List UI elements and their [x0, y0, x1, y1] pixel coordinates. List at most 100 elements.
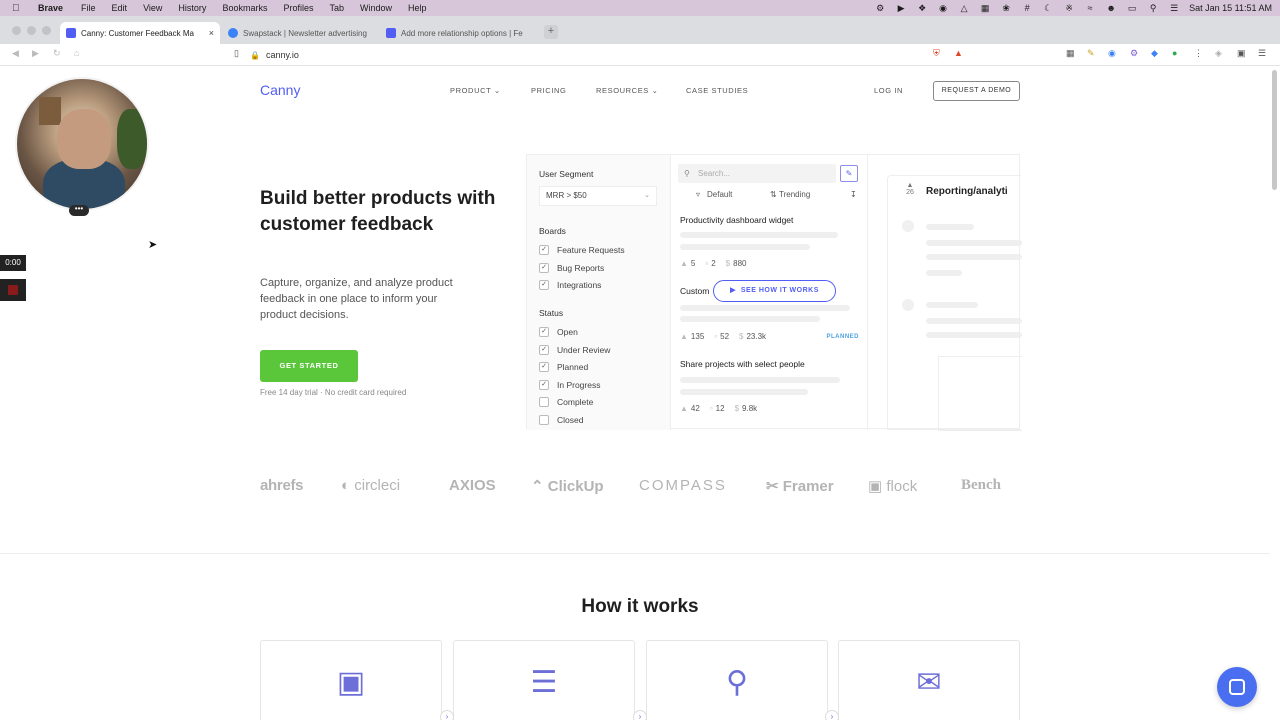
tab-feature-request[interactable]: Add more relationship options | Fe	[380, 22, 538, 44]
zoom-window-button[interactable]	[42, 26, 51, 35]
menu-bookmarks[interactable]: Bookmarks	[222, 3, 267, 13]
skeleton-line	[680, 305, 850, 311]
upvote-icon: ▲	[680, 404, 688, 413]
battery-icon[interactable]: ▭	[1126, 3, 1138, 14]
board-checkbox-integrations[interactable]: ✓ Integrations	[539, 279, 601, 291]
grammarly-icon[interactable]: ◉	[1108, 48, 1116, 59]
status-checkbox-closed[interactable]: Closed	[539, 414, 583, 426]
sort-trending[interactable]: Trending	[779, 190, 810, 199]
new-tab-button[interactable]: +	[544, 25, 558, 39]
alert-icon[interactable]: △	[958, 3, 970, 14]
close-tab-icon[interactable]: ×	[209, 28, 214, 38]
play-icon[interactable]: ▶	[895, 3, 907, 14]
edit-pencil-button[interactable]: ✎	[840, 165, 858, 182]
pin-extension-icon[interactable]: ⋮	[1194, 48, 1203, 59]
vote-count-value: 5	[690, 259, 696, 268]
macos-menubar:  Brave File Edit View History Bookmarks…	[0, 0, 1280, 16]
menu-view[interactable]: View	[143, 3, 162, 13]
nav-login[interactable]: LOG IN	[874, 86, 903, 95]
menu-app-name[interactable]: Brave	[38, 3, 63, 13]
user-icon[interactable]: ☻	[1105, 3, 1117, 13]
spotlight-search-icon[interactable]: ⚲	[1147, 3, 1159, 14]
post-title[interactable]: Productivity dashboard widget	[680, 215, 793, 225]
menu-history[interactable]: History	[178, 3, 206, 13]
bluetooth-icon[interactable]: ※	[1063, 3, 1075, 14]
grid-icon[interactable]: ▦	[979, 3, 991, 14]
tab-canny[interactable]: Canny: Customer Feedback Ma ×	[60, 22, 220, 44]
search-input[interactable]: ⚲ Search...	[678, 164, 836, 183]
close-window-button[interactable]	[12, 26, 21, 35]
menu-help[interactable]: Help	[408, 3, 427, 13]
menubar-clock[interactable]: Sat Jan 15 11:51 AM	[1189, 3, 1272, 13]
wallet-icon[interactable]: ▣	[1237, 48, 1246, 59]
control-center-icon[interactable]: ☰	[1168, 3, 1180, 14]
tab-swapstack[interactable]: Swapstack | Newsletter advertising	[222, 22, 380, 44]
search-placeholder: Search...	[698, 169, 731, 178]
post-title[interactable]: Share projects with select people	[680, 359, 805, 369]
status-checkbox-open[interactable]: ✓ Open	[539, 326, 578, 338]
menu-icon[interactable]: ☰	[1258, 48, 1266, 59]
skeleton-line	[680, 377, 840, 383]
checkbox-checked-icon: ✓	[539, 362, 549, 372]
request-demo-button[interactable]: REQUEST A DEMO	[933, 81, 1020, 101]
menu-window[interactable]: Window	[360, 3, 392, 13]
wifi-icon[interactable]: ≈	[1084, 3, 1096, 13]
pen-extension-icon[interactable]: ✎	[1087, 48, 1095, 59]
brave-rewards-icon[interactable]: ▲	[954, 48, 963, 58]
stop-recording-button[interactable]	[0, 279, 26, 301]
board-checkbox-bug-reports[interactable]: ✓ Bug Reports	[539, 262, 604, 274]
page-scrollbar[interactable]	[1272, 70, 1277, 190]
get-started-button[interactable]: GET STARTED	[260, 350, 358, 382]
status-checkbox-planned[interactable]: ✓ Planned	[539, 361, 588, 373]
logo-text: flock	[886, 478, 918, 495]
minimize-window-button[interactable]	[27, 26, 36, 35]
detail-vote-box[interactable]: ▲ 26	[900, 182, 920, 196]
record-icon[interactable]: ◉	[937, 3, 949, 14]
menubar-status-area: ⚙ ▶ ❖ ◉ △ ▦ ❀ # ☾ ※ ≈ ☻ ▭ ⚲ ☰ Sat Jan 15…	[874, 0, 1272, 16]
home-icon[interactable]: ⌂	[74, 48, 79, 58]
bookmark-icon[interactable]: ▯	[234, 48, 239, 59]
board-checkbox-feature-requests[interactable]: ✓ Feature Requests	[539, 244, 625, 256]
puzzle-icon[interactable]: ◈	[1215, 48, 1222, 59]
nav-product[interactable]: PRODUCT ⌄	[450, 86, 501, 95]
menu-profiles[interactable]: Profiles	[283, 3, 313, 13]
see-how-it-works-button[interactable]: ▶ SEE HOW IT WORKS	[713, 280, 836, 302]
green-extension-icon[interactable]: ●	[1172, 48, 1177, 58]
dropbox-icon[interactable]: ❖	[916, 3, 928, 14]
canny-logo[interactable]: Canny	[260, 82, 300, 98]
nav-pricing[interactable]: PRICING	[531, 86, 566, 95]
how-step-card-organize[interactable]: ☰	[453, 640, 635, 720]
how-step-card-capture[interactable]: ▣	[260, 640, 442, 720]
status-checkbox-in-progress[interactable]: ✓ In Progress	[539, 379, 600, 391]
sort-default[interactable]: Default	[707, 190, 732, 199]
status-checkbox-under-review[interactable]: ✓ Under Review	[539, 344, 610, 356]
blue-extension-icon[interactable]: ◆	[1151, 48, 1158, 59]
nav-resources[interactable]: RESOURCES ⌄	[596, 86, 659, 95]
how-step-card-roadmap[interactable]: ⚲	[646, 640, 828, 720]
apple-icon[interactable]: 	[12, 3, 24, 14]
back-icon[interactable]: ◀	[12, 48, 19, 59]
menu-file[interactable]: File	[81, 3, 96, 13]
butterfly-icon[interactable]: ❀	[1000, 3, 1012, 14]
nav-product-label: PRODUCT	[450, 86, 492, 95]
webcam-menu-button[interactable]: •••	[69, 205, 89, 216]
nav-case-studies[interactable]: CASE STUDIES	[686, 86, 748, 95]
moon-icon[interactable]: ☾	[1042, 3, 1054, 14]
post-title[interactable]: Custom	[680, 286, 709, 296]
how-step-card-announce[interactable]: ✉	[838, 640, 1020, 720]
reload-icon[interactable]: ↻	[53, 48, 61, 59]
chat-widget-button[interactable]	[1217, 667, 1257, 707]
hash-icon[interactable]: #	[1021, 3, 1033, 13]
settings-gear-icon[interactable]: ⚙	[874, 3, 886, 14]
settings-extension-icon[interactable]: ⚙	[1130, 48, 1138, 59]
status-checkbox-complete[interactable]: Complete	[539, 396, 593, 408]
menu-edit[interactable]: Edit	[112, 3, 128, 13]
extension-icon[interactable]: ▦	[1066, 48, 1075, 59]
url-field[interactable]: 🔒 canny.io	[250, 47, 930, 63]
forward-icon[interactable]: ▶	[32, 48, 39, 59]
download-icon[interactable]: ↧	[850, 190, 857, 199]
brave-shield-icon[interactable]: ⛨	[933, 48, 940, 59]
webcam-bubble[interactable]	[15, 77, 149, 211]
menu-tab[interactable]: Tab	[329, 3, 344, 13]
segment-select[interactable]: MRR > $50 ⌄	[539, 186, 657, 206]
